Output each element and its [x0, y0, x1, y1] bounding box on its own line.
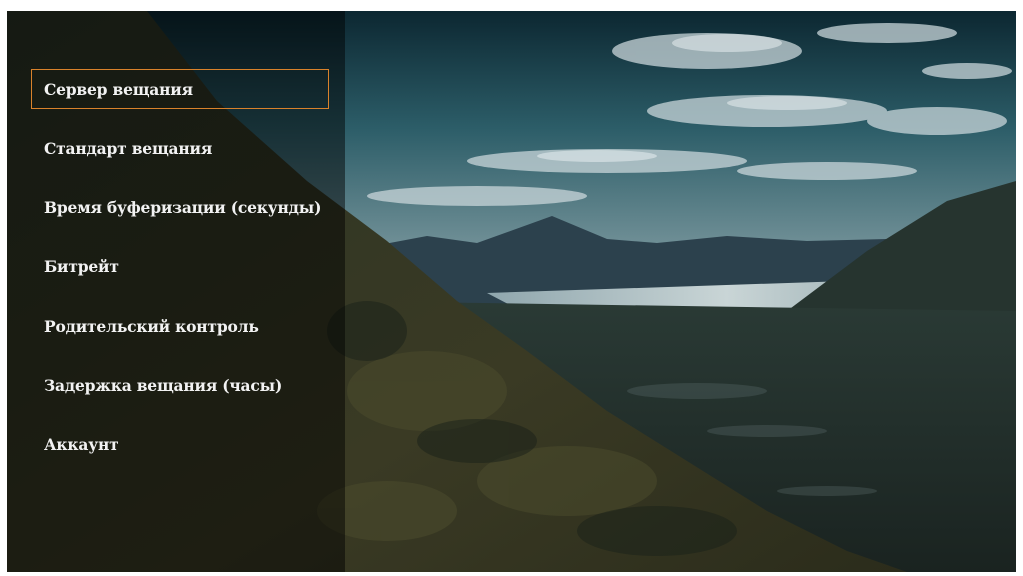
settings-sidebar: Сервер вещания Стандарт вещания Время бу…	[7, 11, 345, 572]
menu-item-account[interactable]: Аккаунт	[31, 425, 329, 465]
menu-item-broadcast-server[interactable]: Сервер вещания	[31, 69, 329, 109]
menu-item-label: Аккаунт	[44, 435, 119, 455]
menu-item-bitrate[interactable]: Битрейт	[31, 247, 329, 287]
settings-menu: Сервер вещания Стандарт вещания Время бу…	[31, 69, 329, 484]
menu-item-broadcast-delay[interactable]: Задержка вещания (часы)	[31, 365, 329, 405]
menu-item-label: Битрейт	[44, 257, 119, 277]
menu-item-parental-control[interactable]: Родительский контроль	[31, 306, 329, 346]
settings-screen: Сервер вещания Стандарт вещания Время бу…	[7, 11, 1016, 572]
menu-item-label: Время буферизации (секунды)	[44, 198, 322, 218]
menu-item-label: Сервер вещания	[44, 79, 193, 99]
menu-item-buffering-time[interactable]: Время буферизации (секунды)	[31, 188, 329, 228]
menu-item-label: Задержка вещания (часы)	[44, 375, 283, 395]
menu-item-broadcast-standard[interactable]: Стандарт вещания	[31, 128, 329, 168]
menu-item-label: Стандарт вещания	[44, 138, 213, 158]
menu-item-label: Родительский контроль	[44, 316, 259, 336]
